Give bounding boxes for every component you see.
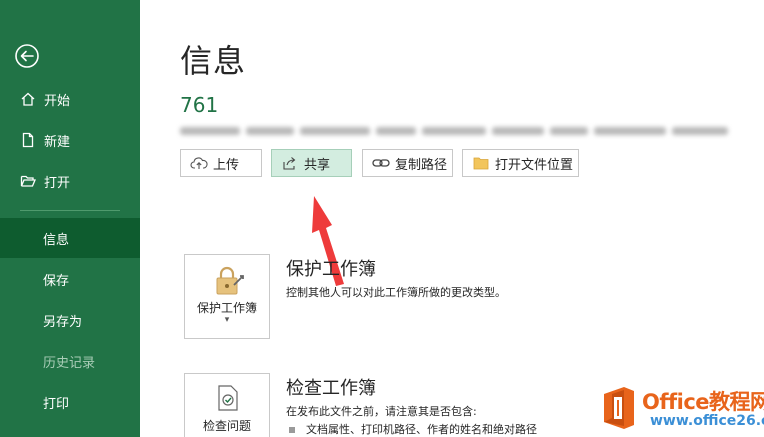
upload-label: 上传 [213,157,240,173]
inspect-workbook-title: 检查工作簿 [286,378,376,399]
sidebar-item-save[interactable]: 保存 [0,259,140,299]
copy-path-button[interactable]: 复制路径 [362,149,453,177]
sidebar-item-label: 开始 [44,93,71,109]
copy-path-label: 复制路径 [395,157,448,173]
share-icon [281,155,299,171]
sidebar-item-history[interactable]: 历史记录 [0,341,140,381]
upload-button[interactable]: 上传 [180,149,262,177]
inspect-bullet-text: 文档属性、打印机路径、作者的姓名和绝对路径 [306,423,537,436]
share-label: 共享 [304,157,331,173]
sidebar-item-label: 信息 [43,232,70,248]
cloud-upload-icon [190,155,208,171]
check-for-issues-button[interactable]: 检查问题 [184,373,270,437]
watermark-url: www.office26.com [650,413,764,429]
protect-workbook-card-label: 保护工作簿 [196,301,257,315]
bullet-square-icon [289,427,295,433]
back-arrow-icon [15,44,39,68]
sidebar-item-label: 打开 [44,175,71,191]
office-logo-icon [604,387,634,429]
sidebar-item-home[interactable]: 开始 [0,79,140,119]
sidebar-item-label: 历史记录 [43,355,96,371]
sidebar-item-label: 打印 [43,396,70,412]
sidebar-divider [20,210,120,211]
sidebar-item-print[interactable]: 打印 [0,382,140,422]
check-for-issues-card-label: 检查问题 [202,419,251,433]
inspect-workbook-description: 在发布此文件之前，请注意其是否包含: [286,405,477,418]
lock-icon [216,266,244,295]
protect-workbook-button[interactable]: 保护工作簿 ▾ [184,254,270,339]
file-path-blurred [180,120,764,135]
sidebar-item-new[interactable]: 新建 [0,120,140,160]
chevron-down-icon: ▾ [224,315,230,325]
file-name: 761 [180,93,219,117]
sidebar-item-label: 新建 [44,134,71,150]
inspect-document-icon [218,385,238,411]
sidebar-item-label: 另存为 [43,314,83,330]
sidebar-item-info[interactable]: 信息 [0,218,140,258]
sidebar-item-label: 保存 [43,273,70,289]
sidebar-item-open[interactable]: 打开 [0,161,140,201]
watermark-brand: Office教程网 [642,390,764,414]
folder-icon [472,155,490,171]
home-icon [20,91,36,107]
page-title: 信息 [180,42,247,80]
back-button[interactable] [14,43,40,69]
inspect-bullet-item: 文档属性、打印机路径、作者的姓名和绝对路径 [289,421,537,437]
protect-workbook-description: 控制其他人可以对此工作簿所做的更改类型。 [286,286,506,299]
open-folder-icon [20,173,36,189]
link-icon [372,155,390,171]
protect-workbook-title: 保护工作簿 [286,259,376,280]
share-button[interactable]: 共享 [271,149,352,177]
backstage-sidebar: 开始 新建 打开 信息 保存 另存为 历史记录 打印 [0,0,140,437]
open-file-location-button[interactable]: 打开文件位置 [462,149,579,177]
open-file-location-label: 打开文件位置 [495,157,574,173]
watermark: Office教程网 www.office26.com [598,382,764,437]
new-file-icon [20,132,36,148]
sidebar-item-save-as[interactable]: 另存为 [0,300,140,340]
